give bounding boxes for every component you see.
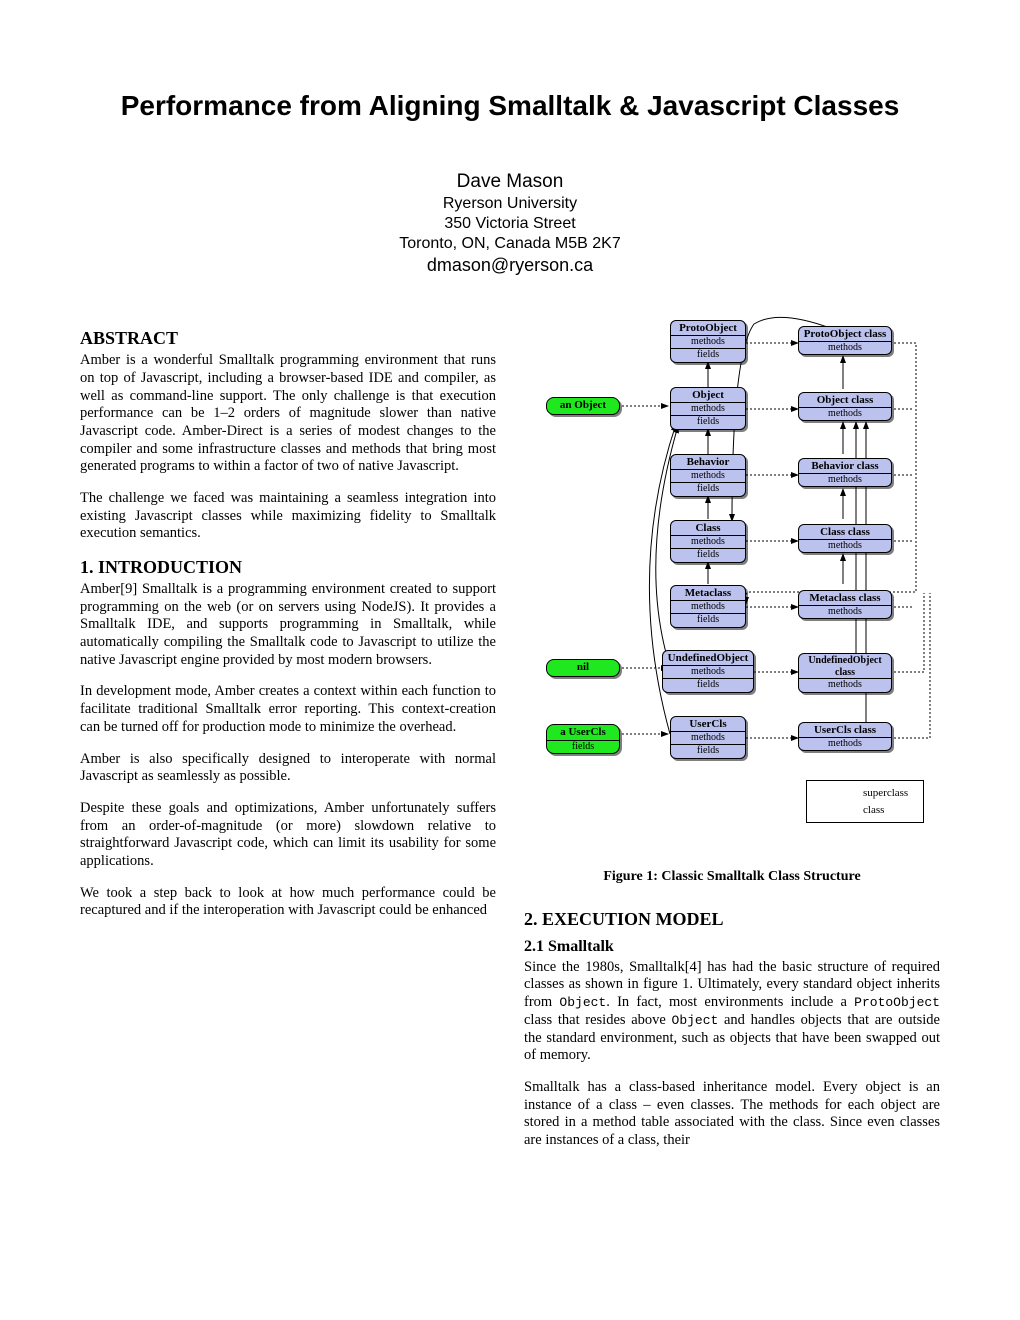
class-behavior: Behavior methods fields [670, 454, 746, 497]
abstract-p1: Amber is a wonderful Smalltalk programmi… [80, 352, 496, 476]
intro-p5: We took a step back to look at how much … [80, 885, 496, 920]
class-undefinedobject: UndefinedObject methods fields [662, 650, 754, 693]
abstract-p2: The challenge we faced was maintaining a… [80, 490, 496, 543]
author-addr1: 350 Victoria Street [80, 214, 940, 234]
intro-p1: Amber[9] Smalltalk is a programming envi… [80, 581, 496, 669]
metaclass-usercls-class: UserCls class methods [798, 722, 892, 751]
instance-nil: nil [546, 659, 620, 677]
diagram-legend: superclass class [806, 780, 924, 823]
metaclass-metaclass-class: Metaclass class methods [798, 590, 892, 619]
execution-model-heading: 2. EXECUTION MODEL [524, 909, 940, 931]
instance-a-usercls: a UserCls fields [546, 724, 620, 754]
intro-p3: Amber is also specifically designed to i… [80, 751, 496, 786]
smalltalk-subheading: 2.1 Smalltalk [524, 937, 940, 957]
instance-an-object: an Object [546, 397, 620, 415]
metaclass-class-class: Class class methods [798, 524, 892, 553]
class-metaclass: Metaclass methods fields [670, 585, 746, 628]
class-protoobject: ProtoObject methods fields [670, 320, 746, 363]
exec-p2: Smalltalk has a class-based inheritance … [524, 1079, 940, 1150]
right-column: an Object nil a UserCls fields ProtoObje… [524, 314, 940, 1163]
author-name: Dave Mason [80, 170, 940, 194]
legend-class: class [815, 802, 915, 819]
metaclass-object-class: Object class methods [798, 392, 892, 421]
figure-1-diagram: an Object nil a UserCls fields ProtoObje… [518, 314, 938, 854]
intro-heading: 1. INTRODUCTION [80, 557, 496, 579]
author-email: dmason@ryerson.ca [80, 254, 940, 277]
legend-superclass: superclass [815, 785, 915, 802]
class-object: Object methods fields [670, 387, 746, 430]
page: Performance from Aligning Smalltalk & Ja… [0, 0, 1020, 1320]
two-column-layout: ABSTRACT Amber is a wonderful Smalltalk … [80, 314, 940, 1163]
abstract-heading: ABSTRACT [80, 328, 496, 350]
left-column: ABSTRACT Amber is a wonderful Smalltalk … [80, 314, 496, 1163]
metaclass-undefinedobject-class: UndefinedObject class methods [798, 653, 892, 693]
intro-p4: Despite these goals and optimizations, A… [80, 800, 496, 871]
author-affil: Ryerson University [80, 194, 940, 214]
author-block: Dave Mason Ryerson University 350 Victor… [80, 170, 940, 276]
paper-title: Performance from Aligning Smalltalk & Ja… [80, 90, 940, 122]
intro-p2: In development mode, Amber creates a con… [80, 683, 496, 736]
metaclass-protoobject-class: ProtoObject class methods [798, 326, 892, 355]
metaclass-behavior-class: Behavior class methods [798, 458, 892, 487]
class-class: Class methods fields [670, 520, 746, 563]
class-usercls: UserCls methods fields [670, 716, 746, 759]
figure-1-caption: Figure 1: Classic Smalltalk Class Struct… [524, 868, 940, 885]
exec-p1: Since the 1980s, Smalltalk[4] has had th… [524, 959, 940, 1065]
author-addr2: Toronto, ON, Canada M5B 2K7 [80, 234, 940, 254]
